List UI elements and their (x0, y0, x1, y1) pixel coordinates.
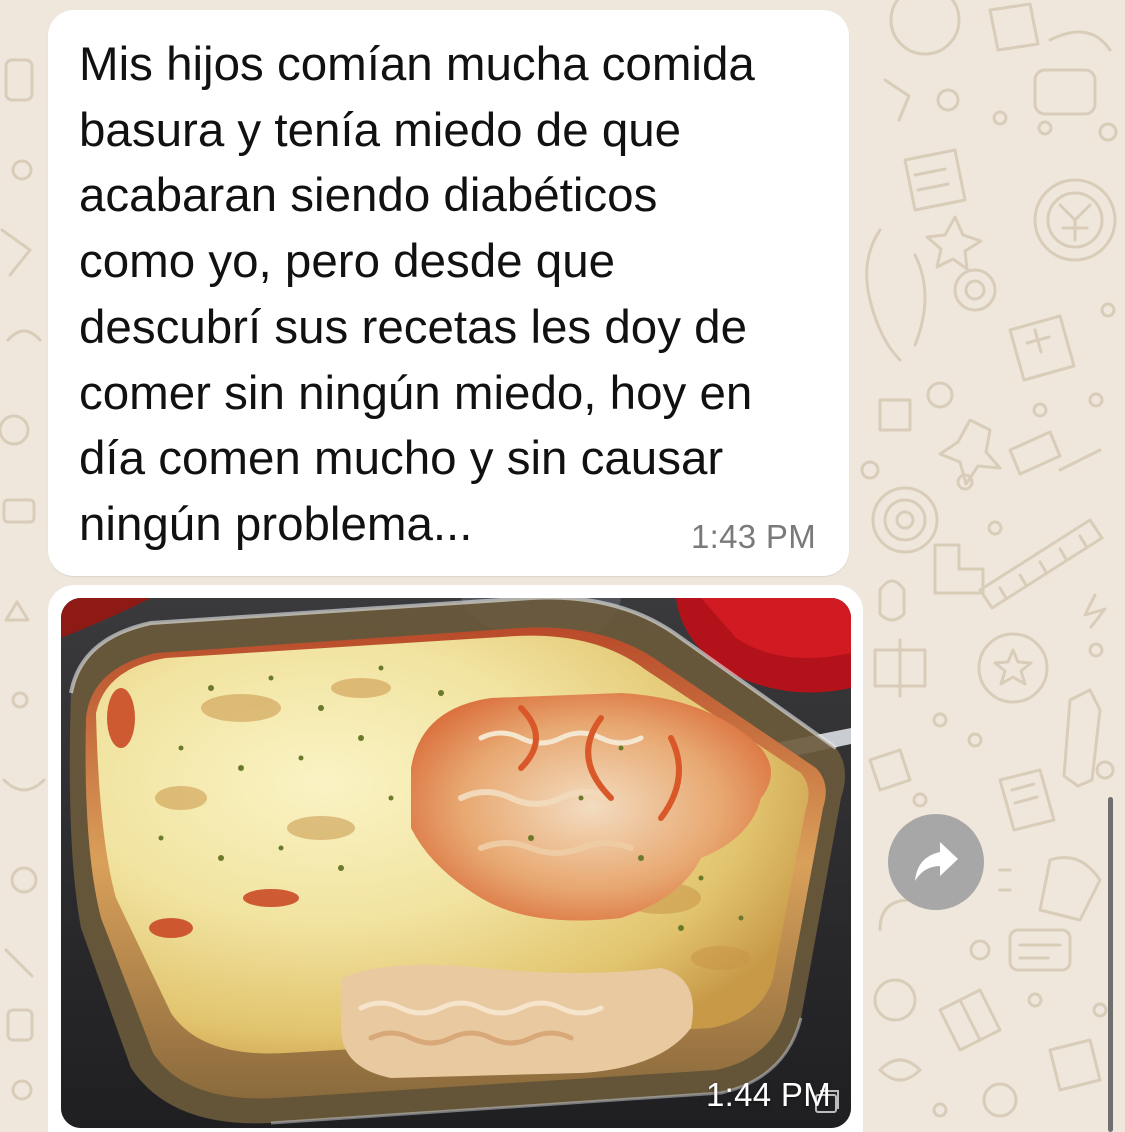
forward-button[interactable] (888, 814, 984, 910)
media-icon (815, 1090, 839, 1113)
forward-arrow-icon (915, 842, 958, 881)
scrollbar-thumb[interactable] (1108, 797, 1113, 1132)
message-text: Mis hijos comían mucha comida basura y t… (79, 38, 755, 551)
message-timestamp: 1:43 PM (691, 518, 816, 555)
chat-area[interactable]: Mis hijos comían mucha comida basura y t… (0, 0, 1125, 1132)
food-photo-illustration (61, 598, 851, 1128)
message-bubble-text[interactable]: Mis hijos comían mucha comida basura y t… (48, 10, 849, 576)
message-bubble-image[interactable]: 1:44 PM (48, 585, 863, 1132)
message-photo[interactable]: 1:44 PM (61, 598, 851, 1128)
image-timestamp: 1:44 PM (706, 1076, 831, 1113)
